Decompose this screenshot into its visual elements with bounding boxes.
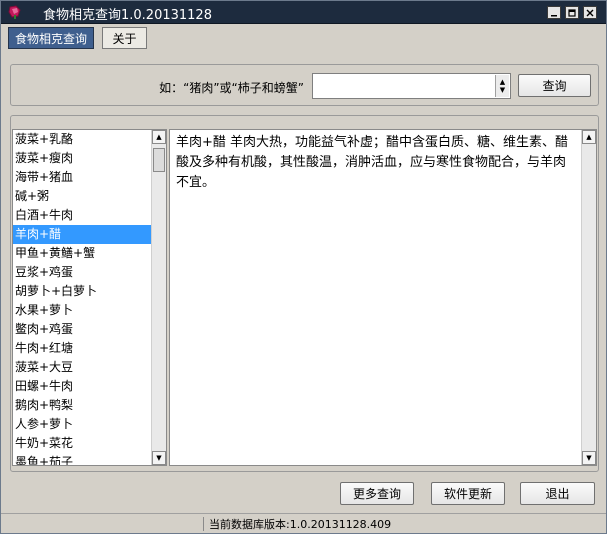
list-item[interactable]: 田螺+牛肉	[13, 377, 152, 396]
list-scrollbar[interactable]: ▲ ▼	[151, 130, 166, 465]
scroll-down-icon[interactable]: ▼	[582, 451, 596, 465]
query-button[interactable]: 查询	[518, 74, 591, 97]
tab-about[interactable]: 关于	[102, 27, 147, 49]
scroll-up-icon[interactable]: ▲	[152, 130, 166, 144]
list-item[interactable]: 墨鱼+茄子	[13, 453, 152, 465]
list-item[interactable]: 碱+粥	[13, 187, 152, 206]
exit-button[interactable]: 退出	[520, 482, 595, 505]
list-item[interactable]: 鳖肉+鸡蛋	[13, 320, 152, 339]
list-item[interactable]: 羊肉+醋	[13, 225, 152, 244]
minimize-icon[interactable]	[547, 6, 561, 19]
list-item[interactable]: 甲鱼+黄鳝+蟹	[13, 244, 152, 263]
rose-icon	[8, 5, 21, 19]
database-version: 当前数据库版本:1.0.20131128.409	[209, 518, 392, 531]
search-combobox[interactable]: ▲ ▼	[312, 73, 511, 99]
close-icon[interactable]	[583, 6, 597, 19]
spinner-arrows-icon[interactable]: ▲ ▼	[495, 75, 509, 97]
detail-scrollbar[interactable]: ▲ ▼	[581, 130, 596, 465]
combination-list-items: 菠菜+乳酪 菠菜+瘦肉 海带+猪血 碱+粥 白酒+牛肉 羊肉+醋 甲鱼+黄鳝+蟹 豆浆+鸡蛋胡…	[13, 130, 152, 465]
detail-textbox[interactable]: 羊肉+醋 羊肉大热，功能益气补虚；醋中含蛋白质、糖、维生素、醋酸及多种有机酸，其…	[169, 129, 597, 466]
list-item[interactable]: 菠菜+大豆	[13, 358, 152, 377]
list-item[interactable]: 白酒+牛肉	[13, 206, 152, 225]
list-item[interactable]: 海带+猪血	[13, 168, 152, 187]
list-item[interactable]: 菠菜+瘦肉	[13, 149, 152, 168]
window-title: 食物相克查询1.0.20131128	[43, 8, 212, 23]
list-item[interactable]: 鹅肉+鸭梨	[13, 396, 152, 415]
status-bar: 当前数据库版本:1.0.20131128.409	[1, 513, 606, 533]
maximize-icon[interactable]	[565, 6, 579, 19]
list-item[interactable]: 水果+萝卜	[13, 301, 152, 320]
status-separator	[203, 517, 204, 531]
scroll-down-icon[interactable]: ▼	[152, 451, 166, 465]
list-item[interactable]: 人参+萝卜	[13, 415, 152, 434]
list-item[interactable]: 豆浆+鸡蛋	[13, 263, 152, 282]
more-query-button[interactable]: 更多查询	[340, 482, 414, 505]
scroll-up-icon[interactable]: ▲	[582, 130, 596, 144]
detail-text: 羊肉+醋 羊肉大热，功能益气补虚；醋中含蛋白质、糖、维生素、醋酸及多种有机酸，其…	[176, 135, 569, 190]
title-bar[interactable]: 食物相克查询1.0.20131128	[1, 1, 606, 24]
combination-list[interactable]: 菠菜+乳酪 菠菜+瘦肉 海带+猪血 碱+粥 白酒+牛肉 羊肉+醋 甲鱼+黄鳝+蟹 豆浆+鸡蛋胡…	[12, 129, 167, 466]
list-item[interactable]: 胡萝卜+白萝卜	[13, 282, 152, 301]
scroll-thumb[interactable]	[153, 148, 165, 172]
software-update-button[interactable]: 软件更新	[431, 482, 505, 505]
tab-food-query[interactable]: 食物相克查询	[8, 27, 94, 49]
list-item[interactable]: 牛肉+红塘	[13, 339, 152, 358]
list-item[interactable]: 牛奶+菜花	[13, 434, 152, 453]
main-window: 食物相克查询1.0.20131128 食物相克查询 关于 如：“猪肉”或“柿子和…	[0, 0, 607, 534]
list-item[interactable]: 菠菜+乳酪	[13, 130, 152, 149]
search-hint: 如：“猪肉”或“柿子和螃蟹”	[159, 81, 304, 95]
